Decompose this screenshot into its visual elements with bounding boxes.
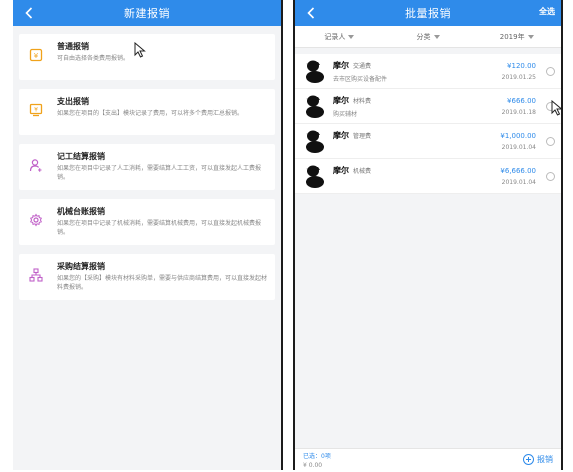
title-bar: 新建报销 bbox=[13, 0, 281, 26]
bottom-bar: 已选：0项 ¥ 0.00 报销 bbox=[295, 448, 561, 470]
caret-down-icon bbox=[348, 34, 355, 39]
record-category: 材料费 bbox=[353, 98, 372, 105]
select-radio[interactable] bbox=[546, 136, 555, 146]
record-date: 2019.01.04 bbox=[501, 178, 536, 186]
menu-item-desc: 如果您的【采购】模块有材料采购单，需要与供应商结算费用，可以直接发起材料费报销。 bbox=[57, 275, 268, 291]
avatar bbox=[306, 95, 324, 118]
back-button[interactable] bbox=[21, 4, 37, 22]
record-date: 2019.01.18 bbox=[501, 108, 536, 116]
avatar bbox=[306, 60, 324, 83]
list-item[interactable]: 摩尔 材料费 购买辅材 ¥666.00 2019.01.18 bbox=[295, 89, 561, 124]
record-date: 2019.01.04 bbox=[501, 143, 536, 151]
svg-text:¥: ¥ bbox=[34, 52, 39, 60]
svg-text:¥: ¥ bbox=[34, 107, 38, 114]
chevron-left-icon bbox=[307, 7, 315, 19]
record-note bbox=[333, 144, 500, 152]
select-radio[interactable] bbox=[546, 171, 555, 181]
menu-item-expense[interactable]: ¥ 支出报销 如果您在项目的【支出】模块记录了费用，可以将多个费用汇总报销。 bbox=[19, 89, 275, 135]
menu-item-name: 采购结算报销 bbox=[57, 262, 105, 271]
record-person: 摩尔 bbox=[333, 61, 349, 70]
invoice-icon: ¥ bbox=[27, 101, 45, 119]
record-person: 摩尔 bbox=[333, 166, 349, 175]
avatar bbox=[306, 130, 324, 153]
record-person: 摩尔 bbox=[333, 96, 349, 105]
menu-item-name: 支出报销 bbox=[57, 97, 89, 106]
list-item[interactable]: 摩尔 管理费 ¥1,000.00 2019.01.04 bbox=[295, 124, 561, 159]
select-radio[interactable] bbox=[546, 66, 555, 76]
org-chart-icon bbox=[27, 266, 45, 284]
menu-item-name: 普通报销 bbox=[57, 42, 89, 51]
avatar bbox=[306, 165, 324, 188]
filter-category[interactable]: 分类 bbox=[384, 32, 473, 42]
record-note: 去市区购买设备配件 bbox=[333, 76, 388, 83]
record-amount: ¥120.00 bbox=[507, 61, 536, 70]
new-reimbursement-screen: 新建报销 ¥ 普通报销 可自由选择各类费用报销。 ¥ 支出报销 如果您在项目的【… bbox=[13, 0, 283, 470]
select-all-button[interactable]: 全选 bbox=[539, 6, 555, 17]
menu-item-desc: 如果您在项目的【支出】模块记录了费用，可以将多个费用汇总报销。 bbox=[57, 110, 244, 117]
record-amount: ¥1,000.00 bbox=[500, 131, 536, 140]
filter-label: 记录人 bbox=[324, 32, 346, 41]
filter-label: 2019年 bbox=[499, 32, 525, 41]
batch-reimbursement-screen: 批量报销 全选 记录人 分类 2019年 摩尔 交通费 去市区购买设备配件 ¥1… bbox=[293, 0, 563, 470]
menu-item-name: 机械台账报销 bbox=[57, 207, 105, 216]
menu-item-labor[interactable]: 记工结算报销 如果您在项目中记录了人工消耗，需要结算人工工资，可以直接发起人工费… bbox=[19, 144, 275, 190]
record-category: 机械费 bbox=[353, 168, 372, 175]
reimburse-label: 报销 bbox=[537, 455, 553, 464]
filter-year[interactable]: 2019年 bbox=[472, 32, 561, 42]
plus-circle-icon bbox=[523, 454, 534, 465]
selected-total: ¥ 0.00 bbox=[303, 462, 323, 469]
record-list: 摩尔 交通费 去市区购买设备配件 ¥120.00 2019.01.25 摩尔 材… bbox=[295, 54, 561, 194]
menu-item-desc: 如果您在项目中记录了人工消耗，需要结算人工工资，可以直接发起人工费报销。 bbox=[57, 165, 262, 181]
back-button[interactable] bbox=[303, 4, 319, 22]
reimbursement-type-list: ¥ 普通报销 可自由选择各类费用报销。 ¥ 支出报销 如果您在项目的【支出】模块… bbox=[13, 26, 281, 317]
filter-recorder[interactable]: 记录人 bbox=[295, 32, 384, 42]
mouse-cursor-icon bbox=[134, 42, 146, 58]
record-category: 交通费 bbox=[353, 63, 372, 70]
reimburse-button[interactable]: 报销 bbox=[523, 454, 553, 465]
record-amount: ¥666.00 bbox=[507, 96, 536, 105]
menu-item-desc: 如果您在项目中记录了机械消耗，需要结算机械费用，可以直接发起机械费报销。 bbox=[57, 220, 262, 236]
menu-item-machinery[interactable]: 机械台账报销 如果您在项目中记录了机械消耗，需要结算机械费用，可以直接发起机械费… bbox=[19, 199, 275, 245]
gear-icon bbox=[27, 211, 45, 229]
filter-bar: 记录人 分类 2019年 bbox=[295, 26, 561, 48]
caret-down-icon bbox=[527, 34, 534, 39]
menu-item-desc: 可自由选择各类费用报销。 bbox=[57, 55, 130, 62]
title-bar: 批量报销 全选 bbox=[295, 0, 561, 26]
chevron-left-icon bbox=[25, 7, 33, 19]
caret-down-icon bbox=[433, 34, 440, 39]
filter-label: 分类 bbox=[416, 32, 431, 41]
record-date: 2019.01.25 bbox=[501, 73, 536, 81]
menu-item-name: 记工结算报销 bbox=[57, 152, 105, 161]
receipt-icon: ¥ bbox=[27, 46, 45, 64]
list-item[interactable]: 摩尔 交通费 去市区购买设备配件 ¥120.00 2019.01.25 bbox=[295, 54, 561, 89]
record-person: 摩尔 bbox=[333, 131, 349, 140]
mouse-cursor-icon bbox=[551, 100, 561, 116]
record-note: 购买辅材 bbox=[333, 111, 358, 118]
page-title: 新建报销 bbox=[124, 7, 170, 20]
menu-item-purchase[interactable]: 采购结算报销 如果您的【采购】模块有材料采购单，需要与供应商结算费用，可以直接发… bbox=[19, 254, 275, 300]
selected-count: 已选：0项 bbox=[303, 453, 331, 460]
record-category: 管理费 bbox=[353, 133, 372, 140]
record-note bbox=[333, 179, 500, 187]
list-item[interactable]: 摩尔 机械费 ¥6,666.00 2019.01.04 bbox=[295, 159, 561, 194]
page-title: 批量报销 bbox=[405, 7, 451, 20]
worker-icon bbox=[27, 156, 45, 174]
record-amount: ¥6,666.00 bbox=[500, 166, 536, 175]
